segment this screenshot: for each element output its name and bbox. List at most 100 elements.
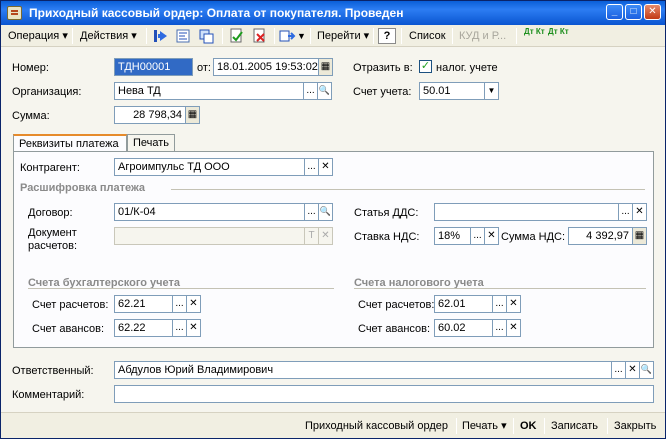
section-divider [354,288,646,289]
dds-item-field[interactable] [434,203,619,221]
payment-details-panel [13,151,654,348]
dds-item-label: Статья ДДС: [354,207,419,219]
toolbar-separator [373,28,374,44]
tax-accounting-label: налог. учете [436,62,498,74]
help-button[interactable]: ? [378,28,396,44]
responsible-select-button[interactable]: ... [612,361,626,379]
account-dropdown-icon[interactable]: ▼ [485,82,499,100]
responsible-clear-icon[interactable]: ✕ [626,361,640,379]
unpost-document-icon[interactable] [251,28,268,44]
calendar-icon[interactable]: ▦ [319,58,333,76]
acc-advance-field[interactable]: 62.22 [114,319,173,337]
arrow-left-icon[interactable] [152,28,169,44]
counterparty-label: Контрагент: [20,162,80,174]
ok-button[interactable]: OK [520,418,537,434]
account-field[interactable]: 50.01 [419,82,485,100]
toolbar-separator [456,418,457,434]
organization-select-button[interactable]: ... [304,82,318,100]
vat-sum-field[interactable]: 4 392,97 [568,227,633,245]
vat-rate-select-button[interactable]: ... [471,227,485,245]
toolbar-separator [222,28,223,44]
contract-field[interactable]: 01/К-04 [114,203,305,221]
toolbar: Операция ▾ Действия ▾ ▼ Перейти ▾ ? Спис… [1,25,665,47]
vat-sum-label: Сумма НДС: [501,231,566,243]
minimize-button[interactable]: _ [606,4,623,20]
calculator-icon[interactable]: ▦ [186,106,200,124]
create-based-on-dropdown[interactable]: ▼ [296,27,307,45]
counterparty-select-button[interactable]: ... [305,158,319,176]
comment-field[interactable] [114,385,654,403]
settlement-document-clear-icon[interactable]: ✕ [319,227,333,245]
tax-advance-select-button[interactable]: ... [493,319,507,337]
settlement-document-type-button[interactable]: T [305,227,319,245]
organization-field[interactable]: Нева ТД [114,82,304,100]
create-based-on-icon[interactable] [279,28,296,44]
dds-item-clear-icon[interactable]: ✕ [633,203,647,221]
kud-button[interactable]: КУД и Р... [456,27,509,45]
number-field[interactable]: ТДН00001 [114,58,193,76]
print-menu[interactable]: Печать ▾ [462,418,507,434]
vat-rate-label: Ставка НДС: [354,231,420,243]
comment-label: Комментарий: [12,389,85,401]
tax-advance-field[interactable]: 60.02 [434,319,493,337]
account-label: Счет учета: [353,86,412,98]
pko-print-button[interactable]: Приходный кассовый ордер [305,418,448,434]
document-tree-icon[interactable] [175,28,192,44]
contract-select-button[interactable]: ... [305,203,319,221]
acc-advance-select-button[interactable]: ... [173,319,187,337]
save-button[interactable]: Записать [551,418,598,434]
date-label: от: [197,62,211,74]
tax-settlement-clear-icon[interactable]: ✕ [507,295,521,313]
list-button[interactable]: Список [406,27,449,45]
section-divider [171,189,645,190]
tax-advance-clear-icon[interactable]: ✕ [507,319,521,337]
vat-rate-field[interactable]: 18% [434,227,471,245]
search-icon[interactable]: 🔍 [318,82,332,100]
search-icon[interactable]: 🔍 [640,361,654,379]
acc-advance-clear-icon[interactable]: ✕ [187,319,201,337]
toolbar-separator [274,28,275,44]
responsible-label: Ответственный: [12,365,94,377]
vat-rate-clear-icon[interactable]: ✕ [485,227,499,245]
close-window-button[interactable]: ✕ [644,4,661,20]
acc-advance-label: Счет авансов: [32,323,105,335]
goto-menu[interactable]: Перейти ▾ [314,27,372,45]
dtn-kt-button[interactable]: Дт Кт [545,27,572,45]
settlement-document-field[interactable] [114,227,305,245]
dds-item-select-button[interactable]: ... [619,203,633,221]
actions-menu[interactable]: Действия ▾ [77,27,140,45]
settlement-document-label-line1: Документ [28,227,77,239]
acc-settlement-field[interactable]: 62.21 [114,295,173,313]
title-bar: Приходный кассовый ордер: Оплата от поку… [1,1,665,25]
date-field[interactable]: 18.01.2005 19:53:02 [213,58,319,76]
toolbar-separator [72,28,73,44]
window-title: Приходный кассовый ордер: Оплата от поку… [29,6,404,20]
close-button[interactable]: Закрыть [614,418,656,434]
tax-accounting-checkbox[interactable]: ✓ [419,60,432,73]
toolbar-separator [516,28,517,44]
toolbar-separator [607,418,608,434]
operation-menu[interactable]: Операция ▾ [5,27,71,45]
dt-kt-button[interactable]: Дт Кт [521,27,548,45]
document-window: Приходный кассовый ордер: Оплата от поку… [0,0,666,439]
responsible-field[interactable]: Абдулов Юрий Владимирович [114,361,612,379]
counterparty-field[interactable]: Агроимпульс ТД ООО [114,158,305,176]
contract-label: Договор: [28,207,73,219]
sum-label: Сумма: [12,110,50,122]
tax-settlement-select-button[interactable]: ... [493,295,507,313]
tax-settlement-field[interactable]: 62.01 [434,295,493,313]
acc-settlement-select-button[interactable]: ... [173,295,187,313]
maximize-button[interactable]: □ [625,4,642,20]
toolbar-separator [401,28,402,44]
counterparty-clear-icon[interactable]: ✕ [319,158,333,176]
tab-print[interactable]: Печать [127,134,175,152]
toolbar-separator [452,28,453,44]
reflect-label: Отразить в: [353,62,413,74]
acc-settlement-clear-icon[interactable]: ✕ [187,295,201,313]
search-icon[interactable]: 🔍 [319,203,333,221]
calculator-icon[interactable]: ▦ [633,227,647,245]
post-document-icon[interactable] [228,28,245,44]
document-structure-icon[interactable] [198,28,215,44]
command-bar: Приходный кассовый ордер Печать ▾ OK Зап… [1,412,665,438]
sum-field[interactable]: 28 798,34 [114,106,186,124]
